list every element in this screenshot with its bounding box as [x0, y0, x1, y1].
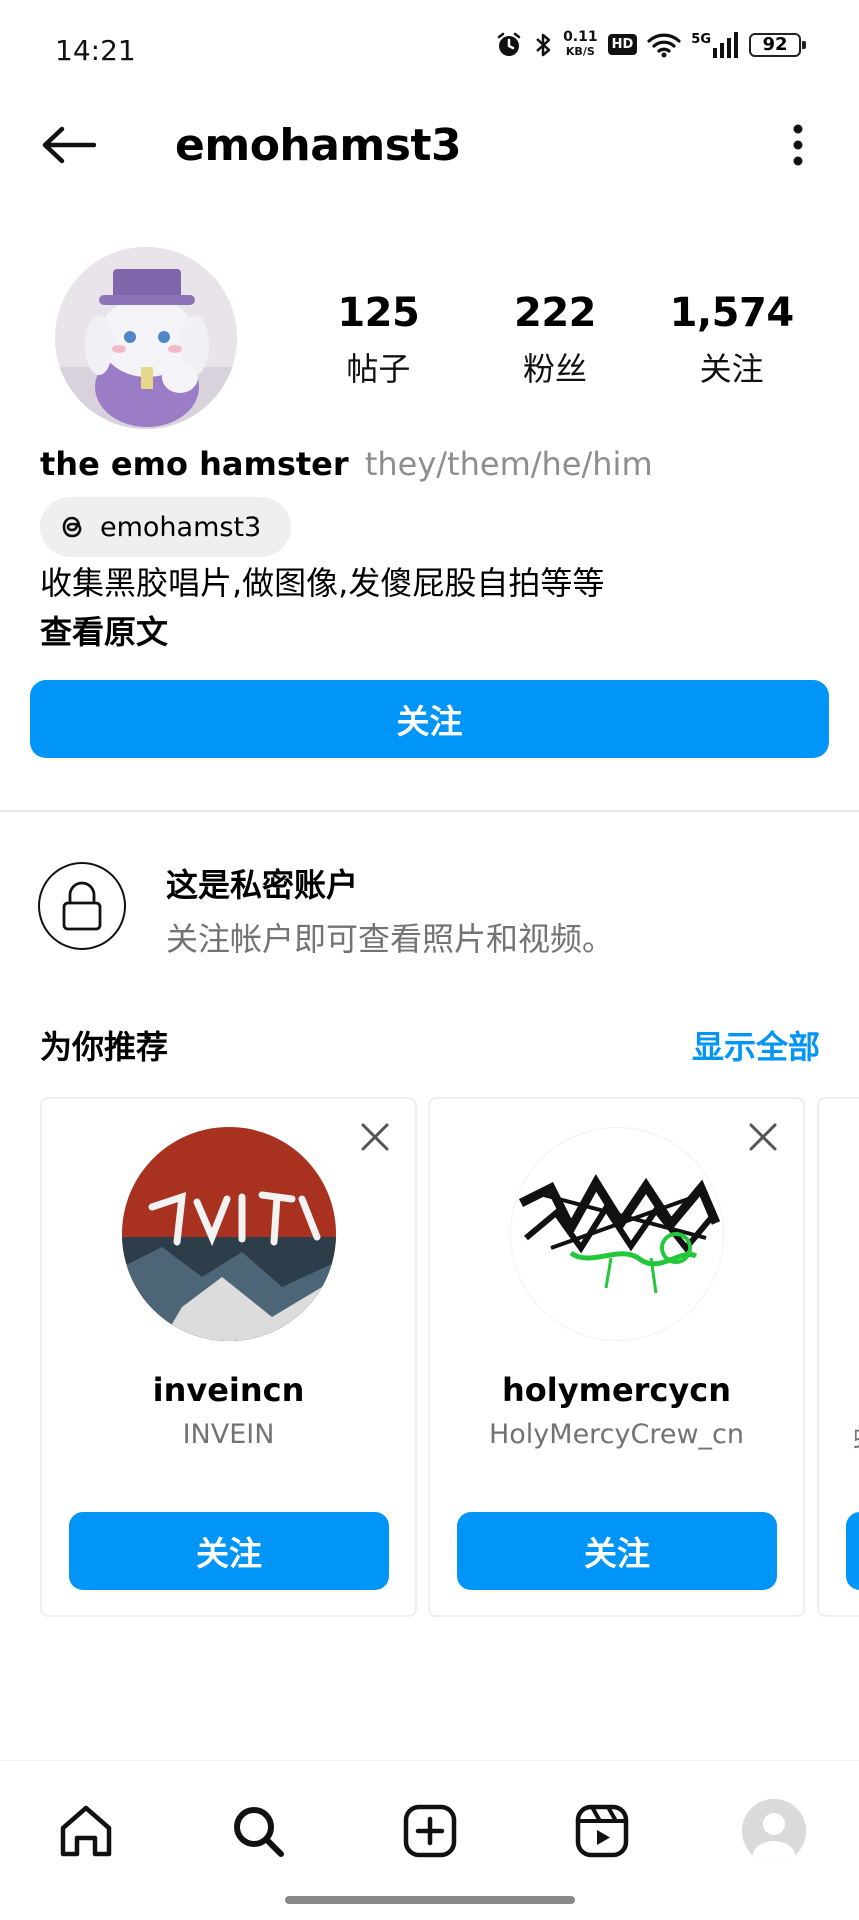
suggestion-username[interactable]: holymercycn	[430, 1371, 803, 1409]
alarm-icon	[495, 31, 523, 59]
status-bar: 14:21 0.11 KB/S HD 5G 92	[0, 0, 859, 100]
divider	[0, 810, 859, 812]
nav-home[interactable]	[46, 1791, 126, 1871]
page-title: emohamst3	[175, 120, 462, 171]
network-speed: 0.11 KB/S	[563, 30, 598, 59]
pronouns: they/them/he/him	[364, 445, 653, 483]
create-icon	[403, 1804, 457, 1858]
stat-following-value: 1,574	[669, 290, 795, 336]
suggestion-card[interactable]: holymercycn HolyMercyCrew_cn 关注	[428, 1097, 805, 1617]
see-all-link[interactable]: 显示全部	[692, 1022, 820, 1068]
status-icons: 0.11 KB/S HD 5G 92	[495, 30, 806, 59]
profile-avatar	[742, 1799, 806, 1863]
dismiss-button[interactable]	[355, 1117, 395, 1157]
stat-following[interactable]: 1,574 关注	[643, 290, 820, 390]
home-icon	[60, 1805, 112, 1857]
close-icon	[361, 1123, 389, 1151]
suggestion-follow-button[interactable]: 关注	[457, 1512, 777, 1590]
suggestion-name-partial: 蚌	[853, 1417, 859, 1456]
stat-posts[interactable]: 125 帖子	[290, 290, 467, 390]
speed-unit: KB/S	[565, 45, 595, 58]
stat-posts-value: 125	[337, 290, 420, 336]
lock-icon	[38, 862, 126, 950]
profile-stats: 125 帖子 222 粉丝 1,574 关注	[290, 290, 820, 390]
follow-button[interactable]: 关注	[30, 680, 829, 758]
back-button[interactable]	[36, 120, 100, 170]
more-options-button[interactable]	[773, 118, 823, 172]
hd-badge: HD	[607, 34, 638, 55]
nav-reels[interactable]	[562, 1791, 642, 1871]
suggestion-avatar[interactable]	[122, 1127, 336, 1341]
wifi-icon	[647, 32, 681, 58]
threads-icon	[62, 516, 82, 538]
profile-avatar-image[interactable]	[55, 247, 237, 429]
reels-icon	[575, 1804, 629, 1858]
stat-followers-value: 222	[514, 290, 596, 336]
dismiss-button[interactable]	[743, 1117, 783, 1157]
nav-create[interactable]	[390, 1791, 470, 1871]
stat-followers[interactable]: 222 粉丝	[467, 290, 644, 390]
display-name-line: the emo hamster they/them/he/him	[40, 445, 653, 483]
speed-value: 0.11	[563, 29, 598, 45]
suggestion-name: INVEIN	[182, 1419, 275, 1450]
bio-text: 收集黑胶唱片,做图像,发傻屁股自拍等等	[40, 564, 605, 602]
suggestions-title: 为你推荐	[40, 1028, 169, 1066]
home-indicator[interactable]	[285, 1896, 575, 1904]
profile-header: emohamst3	[0, 110, 859, 180]
private-subtitle: 关注帐户即可查看照片和视频。	[166, 920, 615, 958]
display-name: the emo hamster	[40, 445, 349, 483]
signal-icon: 5G	[691, 31, 739, 58]
nav-profile[interactable]	[734, 1791, 814, 1871]
suggestion-avatar[interactable]	[510, 1127, 724, 1341]
threads-handle: emohamst3	[100, 511, 262, 543]
suggestions-header: 为你推荐 显示全部	[40, 1022, 820, 1068]
stat-posts-label: 帖子	[346, 350, 411, 388]
bluetooth-icon	[533, 31, 553, 59]
suggestion-username[interactable]: inveincn	[42, 1371, 415, 1409]
suggestion-card[interactable]: inveincn INVEIN 关注	[40, 1097, 417, 1617]
arrow-left-icon	[42, 126, 96, 164]
threads-link[interactable]: emohamst3	[40, 497, 292, 557]
stat-followers-label: 粉丝	[523, 350, 588, 388]
suggestion-follow-button-partial[interactable]	[846, 1512, 859, 1590]
search-icon	[234, 1807, 284, 1857]
more-vertical-icon	[793, 124, 803, 166]
stat-following-label: 关注	[699, 350, 764, 388]
private-title: 这是私密账户	[166, 866, 359, 904]
network-type: 5G	[691, 31, 711, 47]
private-account-notice: 这是私密账户 关注帐户即可查看照片和视频。	[38, 860, 838, 960]
close-icon	[749, 1123, 777, 1151]
suggestion-name: HolyMercyCrew_cn	[488, 1419, 745, 1450]
suggestions-carousel[interactable]: inveincn INVEIN 关注 holymercycn HolyMercy…	[40, 1097, 859, 1617]
nav-search[interactable]	[218, 1791, 298, 1871]
suggestion-follow-button[interactable]: 关注	[69, 1512, 389, 1590]
battery-indicator: 92	[749, 32, 806, 57]
see-original-link[interactable]: 查看原文	[40, 607, 168, 653]
status-time: 14:21	[55, 34, 136, 67]
suggestion-card-partial[interactable]: 蚌	[817, 1097, 859, 1617]
